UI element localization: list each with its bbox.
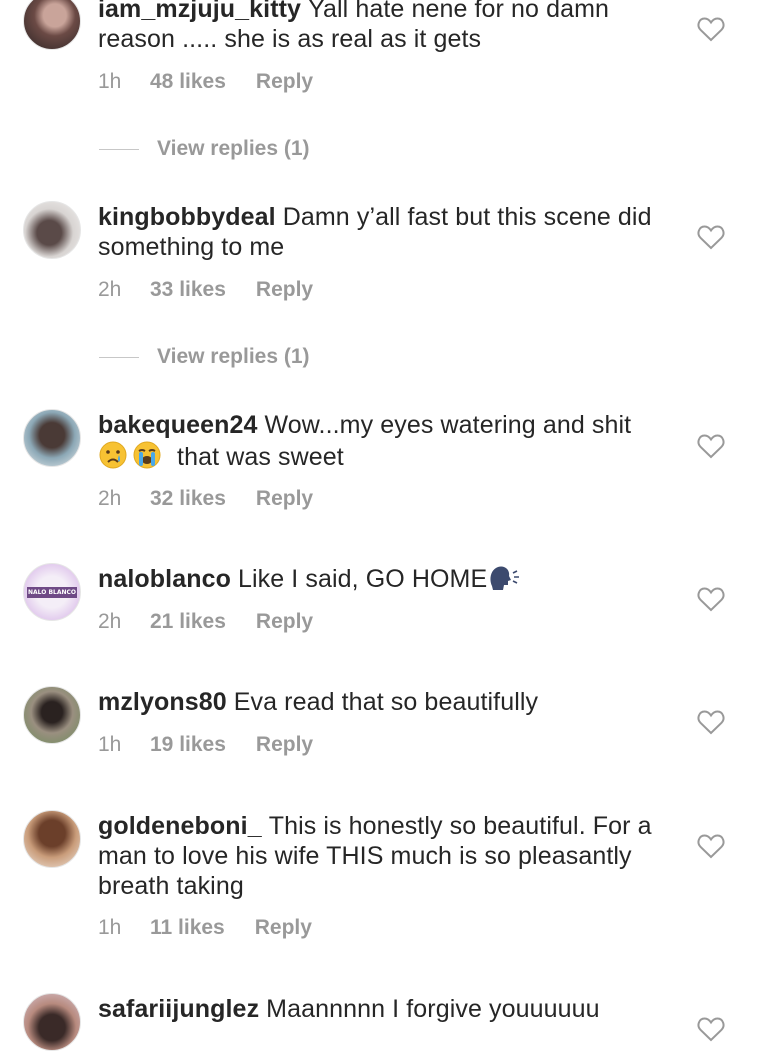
comment-username[interactable]: mzlyons80 [98,688,227,716]
avatar[interactable] [23,686,81,744]
avatar[interactable] [23,810,81,868]
avatar[interactable]: NALO BLANCO [23,563,81,621]
view-replies-button[interactable]: View replies (1) [99,344,310,370]
reply-button[interactable]: Reply [256,610,313,633]
comment-text: bakequeen24 Wow...my eyes watering and sh… [98,410,658,477]
comment-meta: 1h 11 likes Reply [98,915,312,941]
heart-icon[interactable] [697,833,725,859]
avatar[interactable] [23,409,81,467]
comment-text: mzlyons80 Eva read that so beautifully [98,687,658,717]
comment-likes[interactable]: 11 likes [150,915,225,941]
reply-button[interactable]: Reply [256,278,313,301]
comment-username[interactable]: goldeneboni_ [98,812,262,840]
divider-line [99,356,139,358]
comment-time: 2h [98,487,122,510]
comment-likes[interactable]: 33 likes [150,277,226,303]
comment-time: 1h [98,70,122,93]
comment-body: Like I said, GO HOME [237,565,488,593]
comment-username[interactable]: safariijunglez [98,995,259,1023]
speaking-head-emoji [487,564,520,599]
comment-meta: 2h 33 likes Reply [98,277,313,303]
comment-text: goldeneboni_ This is honestly so beautifu… [98,811,658,901]
heart-icon[interactable] [697,16,725,42]
comment-time: 2h [98,610,122,633]
comment-text: kingbobbydeal Damn y’all fast but this sc… [98,202,658,262]
heart-icon[interactable] [697,224,725,250]
reply-button[interactable]: Reply [256,487,313,510]
avatar[interactable] [23,201,81,259]
comment-meta: 2h 32 likes Reply [98,486,313,512]
comment-text: safariijunglez Maannnnn I forgive youuuuu… [98,994,658,1024]
comment-likes[interactable]: 19 likes [150,732,226,758]
comment-text: naloblanco Like I said, GO HOME [98,564,658,599]
comment-likes[interactable]: 48 likes [150,69,226,95]
comment-text: iam_mzjuju_kitty Yall hate nene for no da… [98,0,658,54]
heart-icon[interactable] [697,709,725,735]
comment-time: 1h [98,733,122,756]
comment-time: 2h [98,278,122,301]
comment-username[interactable]: kingbobbydeal [98,203,276,231]
avatar-brand-label: NALO BLANCO [27,587,77,598]
comment-body: Eva read that so beautifully [233,688,539,716]
comment-body: Maannnnn I forgive youuuuuu [266,995,600,1023]
loudly-crying-face-emoji [132,440,162,477]
avatar[interactable] [23,993,81,1051]
comment-time: 1h [98,916,122,939]
crying-face-emoji [98,440,128,477]
view-replies-label: View replies (1) [157,345,310,368]
comment-likes[interactable]: 21 likes [150,609,226,635]
reply-button[interactable]: Reply [255,916,312,939]
comment-username[interactable]: bakequeen24 [98,411,258,439]
comment-meta: 1h 19 likes Reply [98,732,313,758]
view-replies-label: View replies (1) [157,137,310,160]
view-replies-button[interactable]: View replies (1) [99,136,310,162]
comment-meta: 1h 48 likes Reply [98,69,313,95]
comment-body-continued: that was sweet [177,443,344,471]
heart-icon[interactable] [697,586,725,612]
reply-button[interactable]: Reply [256,70,313,93]
comment-likes[interactable]: 32 likes [150,486,226,512]
divider-line [99,148,139,150]
comment-username[interactable]: naloblanco [98,565,231,593]
heart-icon[interactable] [697,433,725,459]
comment-body: Wow...my eyes watering and shit [264,411,632,439]
avatar[interactable] [23,0,81,50]
comment-username[interactable]: iam_mzjuju_kitty [98,0,301,23]
heart-icon[interactable] [697,1016,725,1042]
comment-meta: 2h 21 likes Reply [98,609,313,635]
reply-button[interactable]: Reply [256,733,313,756]
